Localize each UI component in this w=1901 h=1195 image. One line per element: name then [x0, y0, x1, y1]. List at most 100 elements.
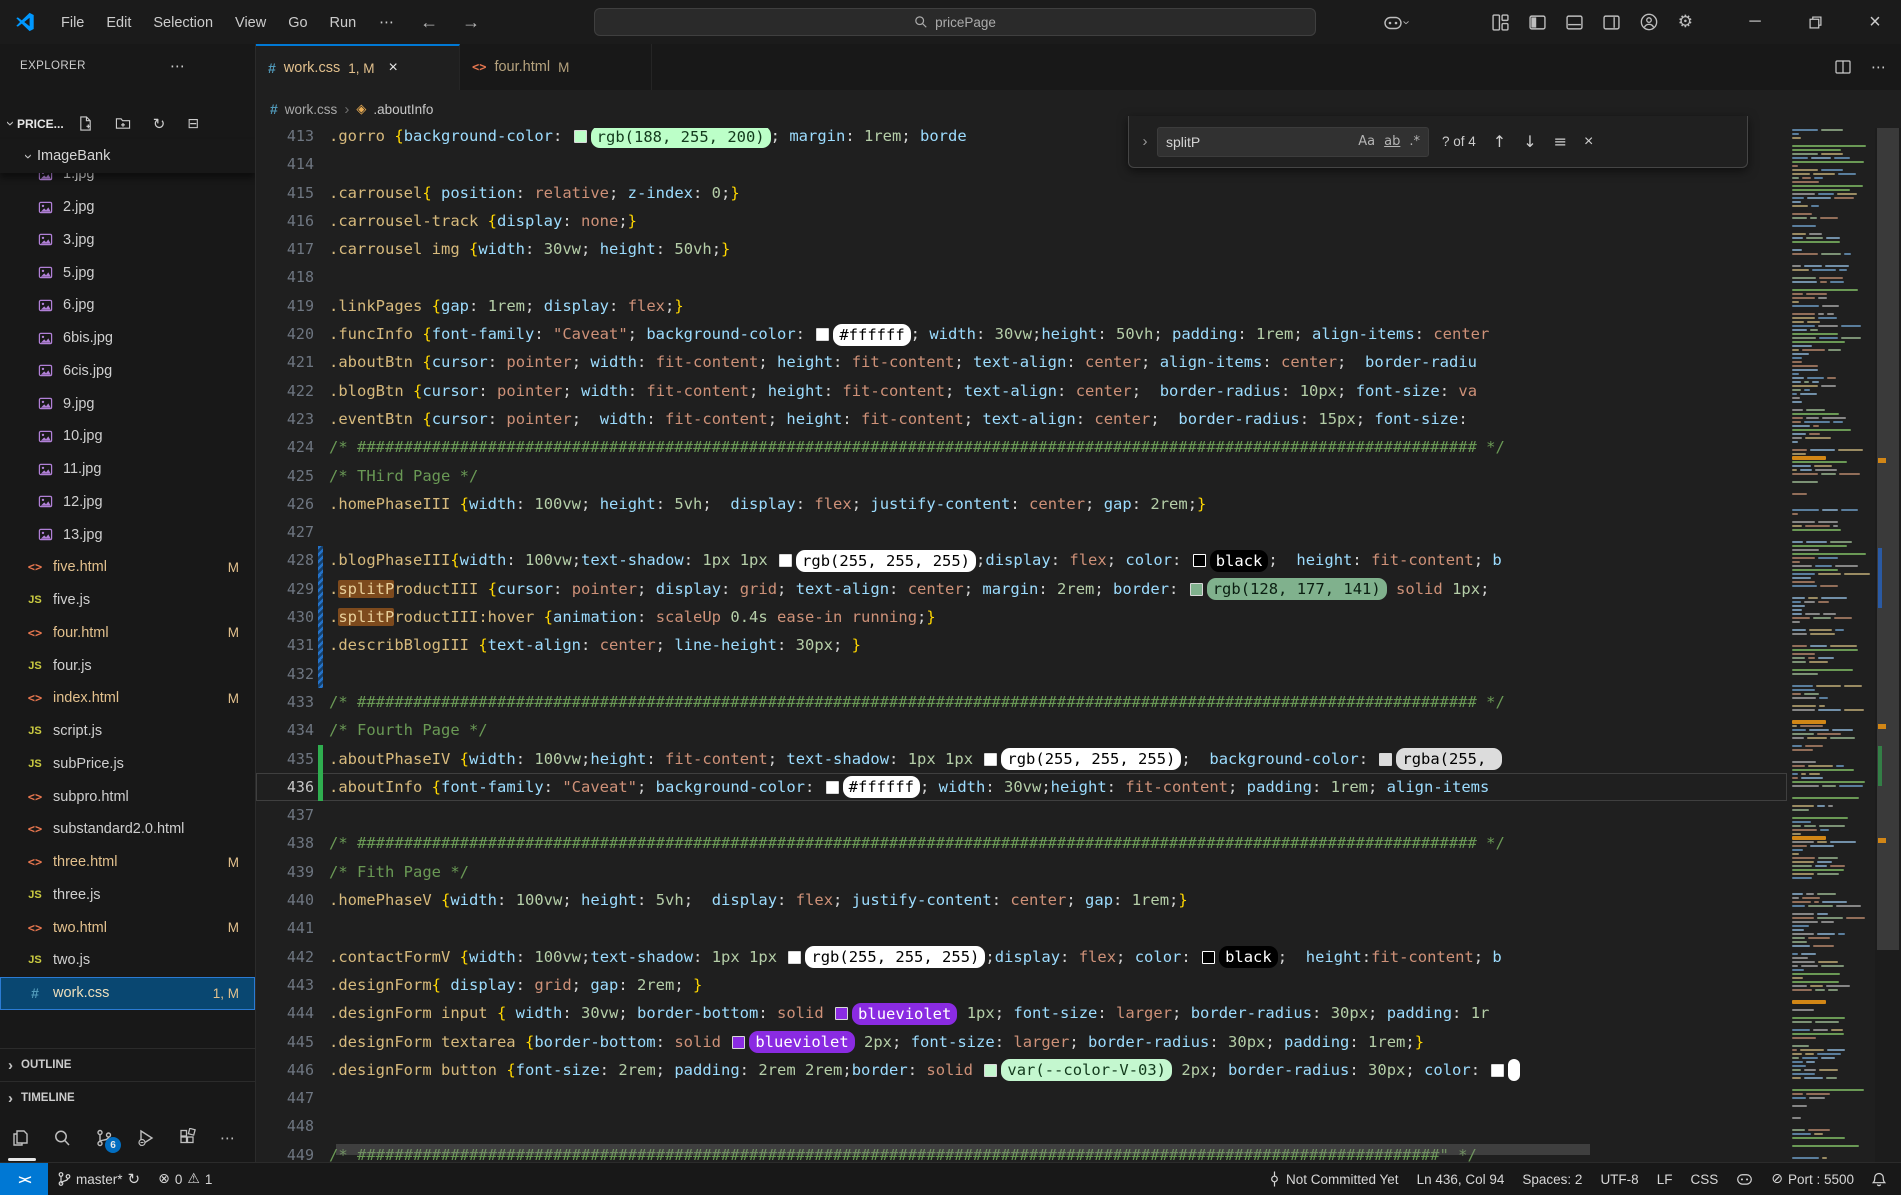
code-line-442[interactable]: 442.contactFormV {width: 100vw;text-shad…	[256, 943, 1787, 971]
file-row-6cis.jpg[interactable]: 6cis.jpg	[0, 355, 255, 388]
run-debug-view-icon[interactable]	[136, 1128, 156, 1148]
close-button[interactable]: ×	[1849, 0, 1901, 44]
code-line-445[interactable]: 445.designForm textarea {border-bottom: …	[256, 1028, 1787, 1056]
vertical-scrollbar[interactable]	[1875, 128, 1901, 1162]
find-in-selection-icon[interactable]: ≡	[1554, 132, 1567, 151]
file-row-two.js[interactable]: JStwo.js	[0, 944, 255, 977]
code-line-438[interactable]: 438/* ##################################…	[256, 829, 1787, 857]
file-row-13.jpg[interactable]: 13.jpg	[0, 518, 255, 551]
code-line-418[interactable]: 418	[256, 263, 1787, 291]
toggle-secondary-sidebar-icon[interactable]	[1603, 14, 1620, 31]
menu-run[interactable]: Run	[319, 15, 368, 31]
tab-four.html[interactable]: <>four.htmlM	[460, 44, 652, 90]
code-editor[interactable]: 413.gorro {background-color: rgb(188, 25…	[256, 128, 1787, 1162]
menu-edit[interactable]: Edit	[95, 15, 142, 31]
code-line-420[interactable]: 420.funcInfo {font-family: "Caveat"; bac…	[256, 320, 1787, 348]
code-line-429[interactable]: 429.splitProductIII {cursor: pointer; di…	[256, 575, 1787, 603]
code-line-433[interactable]: 433/* ##################################…	[256, 688, 1787, 716]
forward-arrow-icon[interactable]: →	[450, 12, 492, 33]
code-line-423[interactable]: 423.eventBtn {cursor: pointer; width: fi…	[256, 405, 1787, 433]
code-line-426[interactable]: 426.homePhaseIII {width: 100vw; height: …	[256, 490, 1787, 518]
find-input[interactable]: splitP Aa ab .*	[1157, 127, 1429, 157]
git-branch-item[interactable]: master* ↻	[48, 1163, 149, 1195]
find-toggle-replace-icon[interactable]: ›	[1137, 133, 1153, 150]
file-row-four.html[interactable]: <>four.htmlM	[0, 617, 255, 650]
explorer-more-actions[interactable]: ⋯	[170, 57, 187, 75]
code-line-424[interactable]: 424/* ##################################…	[256, 433, 1787, 461]
customize-layout-icon[interactable]	[1492, 14, 1509, 31]
minimap[interactable]	[1787, 128, 1875, 1162]
language-mode[interactable]: CSS	[1681, 1163, 1727, 1195]
code-line-422[interactable]: 422.blogBtn {cursor: pointer; width: fit…	[256, 377, 1787, 405]
notifications-bell-icon[interactable]	[1863, 1163, 1895, 1195]
file-row-work.css[interactable]: #work.css1, M	[0, 977, 255, 1010]
code-line-437[interactable]: 437	[256, 801, 1787, 829]
color-swatch[interactable]	[1491, 1064, 1504, 1077]
indentation[interactable]: Spaces: 2	[1513, 1163, 1591, 1195]
breadcrumb-file[interactable]: work.css	[285, 102, 338, 117]
file-row-9.jpg[interactable]: 9.jpg	[0, 387, 255, 420]
code-line-444[interactable]: 444.designForm input { width: 30vw; bord…	[256, 999, 1787, 1027]
file-row-10.jpg[interactable]: 10.jpg	[0, 420, 255, 453]
find-previous-icon[interactable]: ↑	[1493, 132, 1506, 151]
explorer-view-icon[interactable]	[10, 1128, 30, 1148]
problems-item[interactable]: ⊗ 0 ⚠ 1	[149, 1163, 221, 1195]
file-row-two.html[interactable]: <>two.htmlM	[0, 911, 255, 944]
color-swatch[interactable]	[788, 951, 801, 964]
file-row-subpro.html[interactable]: <>subpro.html	[0, 780, 255, 813]
code-line-441[interactable]: 441	[256, 914, 1787, 942]
file-row-subPrice.js[interactable]: JSsubPrice.js	[0, 748, 255, 781]
code-line-415[interactable]: 415.carrousel{ position: relative; z-ind…	[256, 179, 1787, 207]
code-line-440[interactable]: 440.homePhaseV {width: 100vw; height: 5v…	[256, 886, 1787, 914]
port-forward-item[interactable]: ⊘ Port : 5500	[1762, 1163, 1863, 1195]
tab-close-icon[interactable]: ×	[388, 59, 397, 77]
toggle-sidebar-icon[interactable]	[1529, 14, 1546, 31]
git-commit-status[interactable]: Not Committed Yet	[1259, 1163, 1408, 1195]
source-control-view-icon[interactable]: 6	[94, 1128, 114, 1148]
color-swatch[interactable]	[984, 1064, 997, 1077]
cursor-position[interactable]: Ln 436, Col 94	[1408, 1163, 1514, 1195]
find-query[interactable]: splitP	[1166, 134, 1349, 150]
file-row-5.jpg[interactable]: 5.jpg	[0, 256, 255, 289]
timeline-section[interactable]: › TIMELINE	[0, 1081, 255, 1114]
regex-icon[interactable]: .*	[1409, 134, 1420, 149]
code-line-435[interactable]: 435.aboutPhaseIV {width: 100vw;height: f…	[256, 745, 1787, 773]
color-swatch[interactable]	[1190, 583, 1203, 596]
file-row-four.js[interactable]: JSfour.js	[0, 649, 255, 682]
breadcrumb-symbol[interactable]: .aboutInfo	[373, 102, 433, 117]
account-icon[interactable]	[1640, 13, 1658, 31]
refresh-icon[interactable]: ↻	[153, 115, 166, 133]
code-line-431[interactable]: 431.describBlogIII {text-align: center; …	[256, 631, 1787, 659]
code-line-443[interactable]: 443.designForm{ display: grid; gap: 2rem…	[256, 971, 1787, 999]
find-close-icon[interactable]: ×	[1584, 133, 1593, 151]
file-row-three.js[interactable]: JSthree.js	[0, 879, 255, 912]
file-row-11.jpg[interactable]: 11.jpg	[0, 453, 255, 486]
file-row-five.js[interactable]: JSfive.js	[0, 584, 255, 617]
find-next-icon[interactable]: ↓	[1523, 132, 1536, 151]
file-row-6.jpg[interactable]: 6.jpg	[0, 289, 255, 322]
code-line-416[interactable]: 416.carrousel-track {display: none;}	[256, 207, 1787, 235]
menubar-overflow[interactable]: ⋯	[367, 13, 408, 31]
extensions-view-icon[interactable]	[178, 1128, 198, 1148]
whole-word-icon[interactable]: ab	[1384, 134, 1400, 149]
code-line-428[interactable]: 428.blogPhaseIII{width: 100vw;text-shado…	[256, 546, 1787, 574]
code-line-425[interactable]: 425/* THird Page */	[256, 462, 1787, 490]
color-swatch[interactable]	[779, 554, 792, 567]
minimize-button[interactable]: ─	[1729, 0, 1781, 44]
code-line-430[interactable]: 430.splitProductIII:hover {animation: sc…	[256, 603, 1787, 631]
file-row-substandard2.0.html[interactable]: <>substandard2.0.html	[0, 813, 255, 846]
code-line-432[interactable]: 432	[256, 660, 1787, 688]
code-line-447[interactable]: 447	[256, 1084, 1787, 1112]
settings-gear-icon[interactable]: ⚙	[1678, 12, 1693, 32]
file-row-2.jpg[interactable]: 2.jpg	[0, 191, 255, 224]
back-arrow-icon[interactable]: ←	[408, 12, 450, 33]
command-center-search[interactable]: pricePage	[594, 8, 1316, 36]
scrollbar-thumb[interactable]	[1877, 128, 1899, 950]
more-views-icon[interactable]: ⋯	[220, 1129, 236, 1147]
file-row-five.html[interactable]: <>five.htmlM	[0, 551, 255, 584]
color-swatch[interactable]	[1379, 753, 1392, 766]
editor-more-actions-icon[interactable]: ⋯	[1871, 58, 1887, 76]
code-line-417[interactable]: 417.carrousel img {width: 30vw; height: …	[256, 235, 1787, 263]
color-swatch[interactable]	[835, 1007, 848, 1020]
encoding[interactable]: UTF-8	[1591, 1163, 1647, 1195]
